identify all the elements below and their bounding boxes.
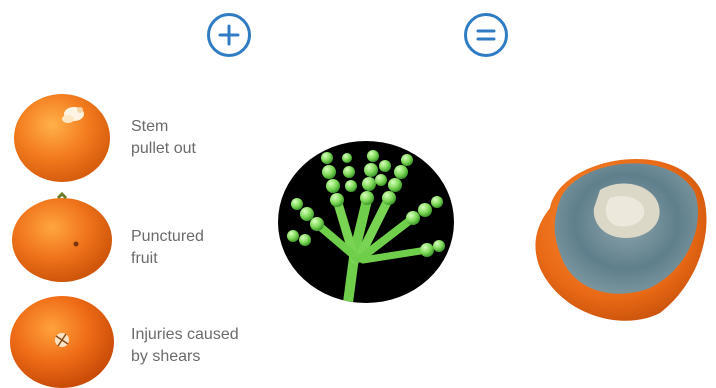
moldy-orange-icon: [535, 159, 707, 321]
plus-icon: [207, 13, 251, 57]
cause-label-line: Injuries caused: [131, 326, 239, 343]
orange-stem-pulled-icon: [14, 94, 110, 182]
cause-label-stem: Stem pullet out: [131, 116, 196, 160]
cause-label-line: fruit: [131, 250, 158, 267]
cause-label-line: by shears: [131, 348, 201, 365]
cause-label-line: Punctured: [131, 228, 204, 245]
cause-label-line: pullet out: [131, 140, 196, 157]
cause-label-shears: Injuries caused by shears: [131, 324, 239, 368]
cause-label-punctured: Punctured fruit: [131, 226, 204, 270]
orange-shear-injury-icon: [10, 296, 114, 388]
penicillium-mold-micrograph-icon: [278, 141, 454, 303]
equals-icon: [464, 13, 508, 57]
cause-label-line: Stem: [131, 118, 169, 135]
orange-punctured-icon: [12, 191, 112, 282]
